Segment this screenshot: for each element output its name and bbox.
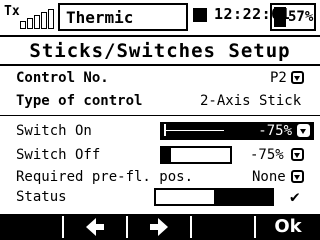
control-no-dropdown-icon[interactable] — [291, 71, 304, 84]
preflight-dropdown-icon[interactable] — [291, 170, 304, 183]
model-name-box: Thermic — [58, 3, 188, 31]
type-of-control-value[interactable]: 2-Axis Stick — [200, 92, 301, 110]
f1-button[interactable] — [0, 214, 62, 240]
right-arrow-icon — [158, 218, 168, 236]
tx-label: Tx — [4, 4, 20, 19]
control-no-label: Control No. — [16, 70, 109, 86]
switch-off-value[interactable]: -75% — [250, 146, 284, 164]
section-divider — [0, 115, 320, 116]
control-no-value[interactable]: P2 — [270, 69, 287, 87]
title-divider — [0, 64, 320, 66]
switch-off-gauge-fill — [162, 148, 171, 162]
switch-on-label: Switch On — [16, 123, 92, 139]
check-icon: ✔ — [290, 187, 300, 206]
preflight-label: Required pre-fl. pos. — [16, 169, 194, 185]
signal-bar-3 — [34, 15, 40, 29]
type-of-control-label: Type of control — [16, 93, 143, 109]
status-gauge-fill — [214, 190, 272, 204]
status-square-icon — [193, 8, 207, 22]
battery-indicator: 57% — [270, 3, 316, 31]
left-arrow-shaft — [96, 224, 104, 230]
switch-on-gauge-line — [166, 130, 224, 131]
status-label: Status — [16, 189, 67, 205]
status-bar: Tx Thermic 12:22:01 57% — [0, 0, 320, 35]
f4-button[interactable] — [192, 214, 254, 240]
signal-bar-4 — [41, 12, 47, 29]
ok-label: Ok — [274, 216, 302, 237]
left-arrow-icon — [86, 218, 96, 236]
page-title: Sticks/Switches Setup — [29, 40, 291, 62]
switch-on-value: -75% — [258, 123, 292, 139]
top-divider — [0, 35, 320, 37]
switch-on-dropdown-icon[interactable] — [297, 124, 310, 137]
battery-percent: 57% — [288, 9, 314, 25]
left-arrow-button[interactable] — [64, 214, 126, 240]
switch-off-label: Switch Off — [16, 147, 101, 163]
switch-off-gauge — [160, 146, 232, 164]
signal-bar-5 — [48, 9, 54, 29]
signal-bar-1 — [20, 21, 26, 29]
battery-fill — [274, 7, 286, 27]
preflight-value[interactable]: None — [252, 168, 286, 186]
right-arrow-button[interactable] — [128, 214, 190, 240]
ok-button[interactable]: Ok — [256, 214, 320, 240]
right-arrow-shaft — [150, 224, 158, 230]
status-gauge — [154, 188, 274, 206]
switch-off-dropdown-icon[interactable] — [291, 148, 304, 161]
footer-bar: Ok — [0, 214, 320, 240]
signal-bar-2 — [27, 18, 33, 29]
switch-on-selector[interactable]: -75% — [160, 122, 314, 140]
signal-indicator: Tx — [2, 3, 56, 33]
model-name: Thermic — [66, 8, 134, 27]
